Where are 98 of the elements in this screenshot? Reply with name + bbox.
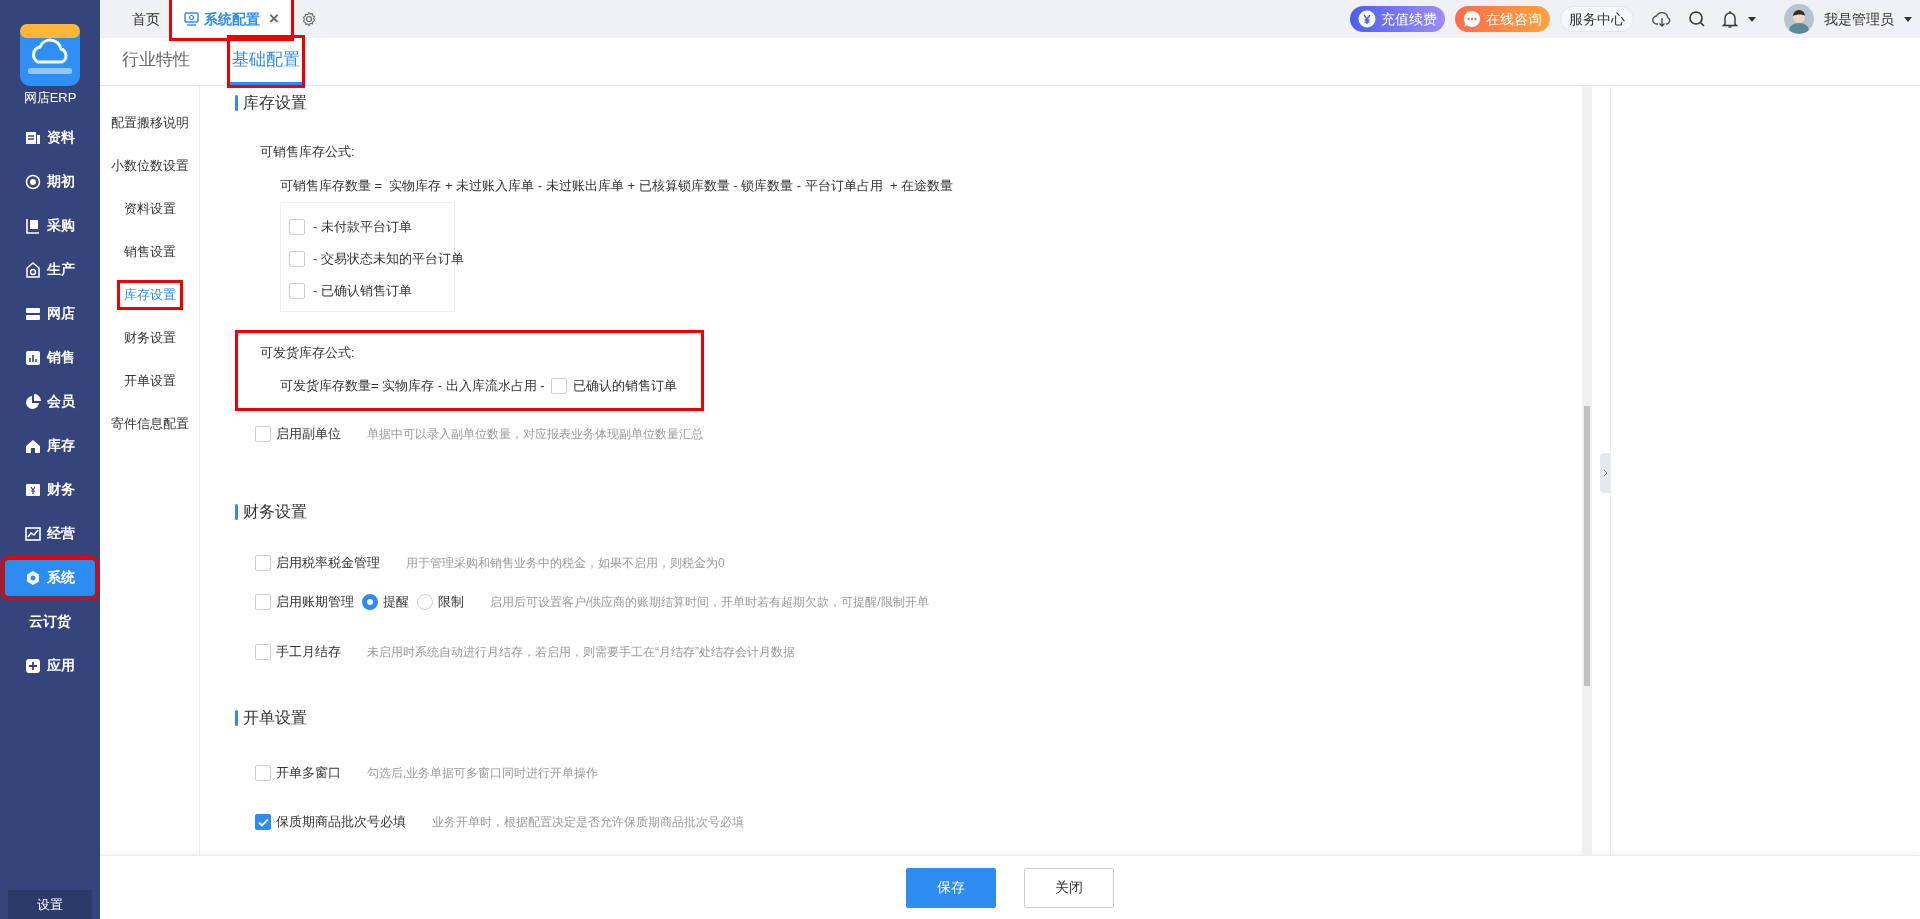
radio-label: 提醒 bbox=[383, 593, 409, 612]
caret-icon[interactable] bbox=[1748, 16, 1756, 22]
menu-item[interactable]: 寄件信息配置 bbox=[106, 411, 193, 436]
tab[interactable]: 首页 bbox=[120, 0, 172, 38]
option-hint: 用于管理采购和销售业务中的税金，如果不启用，则税金为0 bbox=[406, 555, 725, 572]
nav-item[interactable]: 销售 bbox=[5, 339, 95, 376]
option-hint: 业务开单时，根据配置决定是否允许保质期商品批次号必填 bbox=[432, 814, 744, 831]
checkbox[interactable] bbox=[289, 283, 305, 299]
radio-button[interactable] bbox=[362, 594, 378, 610]
checkbox[interactable] bbox=[255, 594, 271, 610]
app-name: 网店ERP bbox=[23, 89, 77, 107]
option-label: 手工月结存 bbox=[276, 643, 341, 662]
option-label: - 未付款平台订单 bbox=[313, 218, 412, 237]
formula-label: 可发货库存公式: bbox=[260, 344, 355, 363]
nav-item[interactable]: 云订货 bbox=[5, 603, 95, 640]
nav-icon bbox=[25, 437, 41, 454]
checkbox[interactable] bbox=[255, 814, 271, 830]
option-label: - 已确认销售订单 bbox=[313, 282, 412, 301]
option-label: - 交易状态未知的平台订单 bbox=[313, 250, 464, 269]
menu-item[interactable]: 小数位数设置 bbox=[106, 153, 193, 178]
option-label: 已确认的销售订单 bbox=[572, 377, 677, 396]
formula-text: 可销售库存数量 = 实物库存 + 未过账入库单 - 未过账出库单 + 已核算锁库数量 - 锁库数量 - 平台订单占用 + 在途数量 bbox=[280, 177, 954, 196]
nav-item[interactable]: 财务 bbox=[5, 471, 95, 508]
chevron-right-icon bbox=[1602, 469, 1608, 477]
cloud-download-icon[interactable] bbox=[1652, 10, 1672, 28]
section-title: 开单设置 bbox=[243, 708, 307, 728]
checkbox[interactable] bbox=[550, 378, 567, 394]
nav-icon bbox=[25, 481, 41, 498]
collapse-handle[interactable] bbox=[1600, 453, 1610, 493]
settings-icon[interactable] bbox=[300, 11, 317, 27]
checkbox[interactable] bbox=[255, 555, 271, 571]
subtab[interactable]: 行业特性 bbox=[120, 38, 192, 85]
menu-item[interactable]: 开单设置 bbox=[119, 368, 180, 393]
nav-item[interactable]: 经营 bbox=[5, 515, 95, 552]
tab[interactable]: 系统配置 × bbox=[172, 0, 291, 38]
formula-label: 可销售库存公式: bbox=[260, 143, 355, 162]
option-label: 保质期商品批次号必填 bbox=[276, 813, 406, 832]
nav-item[interactable]: 期初 bbox=[5, 163, 95, 200]
nav-item[interactable]: 资料 bbox=[5, 119, 95, 156]
radio-label: 限制 bbox=[438, 593, 464, 612]
option-label: 启用税率税金管理 bbox=[276, 554, 380, 573]
nav-icon bbox=[25, 129, 41, 146]
settings-button[interactable]: 设置 bbox=[8, 890, 92, 919]
caret-icon[interactable] bbox=[1904, 16, 1912, 22]
option-label: 开单多窗口 bbox=[276, 764, 341, 783]
option-hint: 勾选后,业务单据可多窗口同时进行开单操作 bbox=[367, 765, 599, 782]
scrollbar-thumb[interactable] bbox=[1584, 406, 1590, 686]
nav-icon bbox=[25, 305, 41, 322]
option-hint: 未启用时系统自动进行月结存，若启用，则需要手工在“月结存”处结存会计月数据 bbox=[367, 644, 795, 661]
menu-item[interactable]: 资料设置 bbox=[119, 196, 180, 221]
nav-item[interactable]: 生产 bbox=[5, 251, 95, 288]
checkbox[interactable] bbox=[289, 251, 305, 267]
bell-icon[interactable] bbox=[1722, 9, 1738, 29]
money-bag-icon bbox=[1358, 10, 1376, 28]
checkbox[interactable] bbox=[255, 765, 271, 781]
chat-icon bbox=[1463, 10, 1481, 28]
checkbox[interactable] bbox=[289, 219, 305, 235]
section-title: 财务设置 bbox=[243, 502, 307, 522]
section-marker bbox=[235, 95, 238, 111]
option-label: 启用账期管理 bbox=[276, 593, 354, 612]
nav-icon bbox=[25, 569, 41, 586]
nav-item[interactable]: 库存 bbox=[5, 427, 95, 464]
service-center-button[interactable]: 服务中心 bbox=[1560, 6, 1634, 32]
nav-icon bbox=[25, 393, 41, 410]
nav-icon bbox=[25, 217, 41, 234]
nav-item[interactable]: 采购 bbox=[5, 207, 95, 244]
checkbox[interactable] bbox=[255, 426, 271, 442]
nav-item[interactable]: 网店 bbox=[5, 295, 95, 332]
nav-item[interactable]: 会员 bbox=[5, 383, 95, 420]
option-hint: 单据中可以录入副单位数量，对应报表业务体现副单位数量汇总 bbox=[367, 426, 703, 443]
nav-icon bbox=[25, 349, 41, 366]
monitor-icon bbox=[184, 12, 199, 26]
formula-text: 可发货库存数量= 实物库存 - 出入库流水占用 - bbox=[280, 377, 545, 396]
subtab[interactable]: 基础配置 bbox=[230, 38, 302, 85]
nav-icon bbox=[25, 657, 41, 674]
nav-icon bbox=[25, 261, 41, 278]
section-marker bbox=[235, 710, 238, 726]
close-icon[interactable]: × bbox=[269, 6, 279, 32]
checkbox[interactable] bbox=[255, 644, 271, 660]
app-logo bbox=[20, 24, 80, 86]
section-title: 库存设置 bbox=[243, 93, 307, 113]
section-marker bbox=[235, 504, 238, 520]
user-name[interactable]: 我是管理员 bbox=[1824, 8, 1894, 30]
option-hint: 启用后可设置客户/供应商的账期结算时间，开单时若有超期欠款，可提醒/限制开单 bbox=[490, 594, 929, 611]
search-icon[interactable] bbox=[1688, 10, 1706, 28]
nav-icon bbox=[25, 173, 41, 190]
menu-item[interactable]: 配置搬移说明 bbox=[106, 110, 193, 135]
menu-item[interactable]: 库存设置 bbox=[119, 282, 180, 307]
menu-item[interactable]: 销售设置 bbox=[119, 239, 180, 264]
menu-item[interactable]: 财务设置 bbox=[119, 325, 180, 350]
recharge-button[interactable]: 充值续费 bbox=[1350, 6, 1445, 32]
nav-item[interactable]: 应用 bbox=[5, 647, 95, 684]
scrollbar[interactable] bbox=[1582, 86, 1592, 855]
close-button[interactable]: 关闭 bbox=[1024, 867, 1114, 908]
option-label: 启用副单位 bbox=[276, 425, 341, 444]
nav-icon bbox=[25, 525, 41, 542]
avatar-icon bbox=[1784, 4, 1814, 34]
radio-button[interactable] bbox=[417, 594, 433, 610]
